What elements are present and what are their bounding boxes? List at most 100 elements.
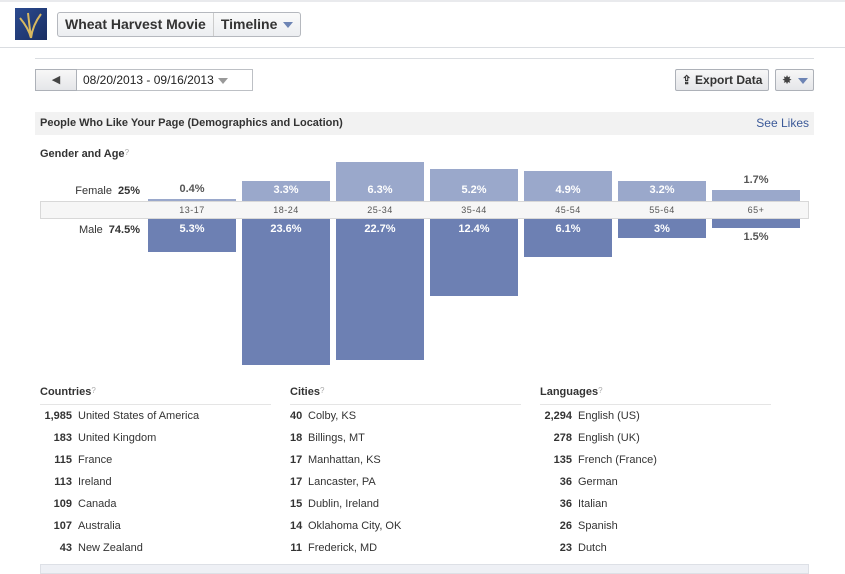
wheat-icon — [19, 12, 42, 39]
help-icon[interactable]: ? — [91, 386, 95, 395]
count: 18 — [290, 432, 303, 444]
item-name: French (France) — [578, 454, 657, 466]
count: 36 — [559, 498, 572, 510]
top-border — [0, 0, 845, 2]
countries-label: Countries — [40, 386, 92, 398]
settings-menu-button[interactable]: ✸ — [775, 69, 814, 91]
female-total: 25% — [117, 185, 140, 197]
count: 17 — [290, 454, 303, 466]
item-name: United States of America — [78, 410, 200, 422]
male-value-label: 3% — [654, 223, 670, 235]
female-value-label: 6.3% — [367, 184, 393, 196]
age-label: 45-54 — [555, 205, 581, 215]
divider — [35, 58, 814, 59]
count: 14 — [290, 520, 303, 532]
gender-age-title: Gender and Age? — [40, 148, 129, 160]
previous-period-button[interactable]: ◀ — [35, 69, 77, 91]
count: 113 — [54, 476, 72, 488]
countries-title: Countries? — [40, 386, 271, 405]
see-likes-link[interactable]: See Likes — [756, 112, 809, 135]
chevron-down-icon — [217, 77, 228, 84]
item-name: Billings, MT — [308, 432, 365, 444]
count: 1,985 — [44, 410, 72, 422]
count: 109 — [53, 498, 72, 510]
male-value-label: 5.3% — [179, 223, 205, 235]
male-total: 74.5% — [108, 224, 140, 236]
page-name[interactable]: Wheat Harvest Movie — [58, 13, 213, 36]
age-label: 13-17 — [179, 205, 205, 215]
item-name: Canada — [78, 498, 117, 510]
count: 15 — [290, 498, 303, 510]
female-value-label: 0.4% — [179, 183, 205, 195]
cities-list: Cities? 40 Colby, KS 18 Billings, MT 17 Manha… — [290, 386, 521, 559]
languages-row: 135 French (France) — [540, 449, 771, 471]
female-value-label: 5.2% — [461, 184, 487, 196]
male-bar — [336, 219, 424, 360]
gender-age-label: Gender and Age — [40, 148, 125, 160]
female-summary: Female 25% — [30, 185, 140, 197]
item-name: Manhattan, KS — [308, 454, 381, 466]
male-label: Male — [78, 224, 103, 236]
item-name: France — [78, 454, 113, 466]
female-value-label: 3.3% — [273, 184, 299, 196]
cities-title: Cities? — [290, 386, 521, 405]
count: 2,294 — [544, 410, 572, 422]
export-label: Export Data — [695, 73, 763, 87]
age-label: 55-64 — [649, 205, 675, 215]
count: 43 — [59, 542, 72, 554]
countries-row: 107 Australia — [40, 515, 271, 537]
count: 11 — [290, 542, 302, 554]
count: 183 — [53, 432, 72, 444]
item-name: Ireland — [78, 476, 112, 488]
view-menu-label: Timeline — [220, 16, 278, 32]
languages-row: 23 Dutch — [540, 537, 771, 559]
male-value-label: 23.6% — [270, 223, 302, 235]
count: 26 — [559, 520, 572, 532]
male-summary: Male 74.5% — [30, 224, 140, 236]
languages-label: Languages — [540, 386, 599, 398]
footer-panel — [40, 564, 809, 574]
chevron-down-icon — [283, 22, 294, 29]
section-title: People Who Like Your Page (Demographics … — [40, 117, 343, 129]
chevron-down-icon — [798, 77, 809, 84]
page-selector[interactable]: Wheat Harvest Movie Timeline — [57, 12, 302, 37]
cities-row: 17 Lancaster, PA — [290, 471, 521, 493]
languages-row: 36 Italian — [540, 493, 771, 515]
female-value-label: 4.9% — [555, 184, 581, 196]
countries-row: 109 Canada — [40, 493, 271, 515]
languages-row: 26 Spanish — [540, 515, 771, 537]
date-range-label: 08/20/2013 - 09/16/2013 — [83, 73, 214, 87]
upload-icon: ⇪ — [681, 73, 692, 87]
male-value-label: 12.4% — [458, 223, 490, 235]
item-name: Colby, KS — [308, 410, 357, 422]
left-arrow-icon: ◀ — [51, 74, 61, 86]
male-value-label: 1.5% — [743, 231, 769, 243]
count: 40 — [290, 410, 303, 422]
gear-icon: ✸ — [782, 73, 793, 87]
cities-row: 15 Dublin, Ireland — [290, 493, 521, 515]
export-data-button[interactable]: ⇪ Export Data — [675, 69, 769, 91]
cities-row: 17 Manhattan, KS — [290, 449, 521, 471]
cities-label: Cities — [290, 386, 320, 398]
count: 135 — [553, 454, 572, 466]
countries-row: 43 New Zealand — [40, 537, 271, 559]
date-range-selector[interactable]: 08/20/2013 - 09/16/2013 — [77, 69, 253, 91]
count: 107 — [53, 520, 72, 532]
item-name: German — [578, 476, 618, 488]
item-name: Italian — [578, 498, 608, 510]
item-name: Frederick, MD — [308, 542, 378, 554]
help-icon[interactable]: ? — [125, 148, 129, 157]
age-label: 25-34 — [367, 205, 393, 215]
age-label: 65+ — [747, 205, 765, 215]
female-bar — [712, 190, 800, 201]
help-icon[interactable]: ? — [320, 386, 324, 395]
page-logo[interactable] — [15, 8, 47, 40]
count: 115 — [54, 454, 72, 466]
countries-row: 113 Ireland — [40, 471, 271, 493]
item-name: Dutch — [578, 542, 607, 554]
view-menu[interactable]: Timeline — [212, 13, 301, 36]
countries-row: 115 France — [40, 449, 271, 471]
male-bar — [712, 219, 800, 228]
help-icon[interactable]: ? — [598, 386, 602, 395]
countries-row: 183 United Kingdom — [40, 427, 271, 449]
